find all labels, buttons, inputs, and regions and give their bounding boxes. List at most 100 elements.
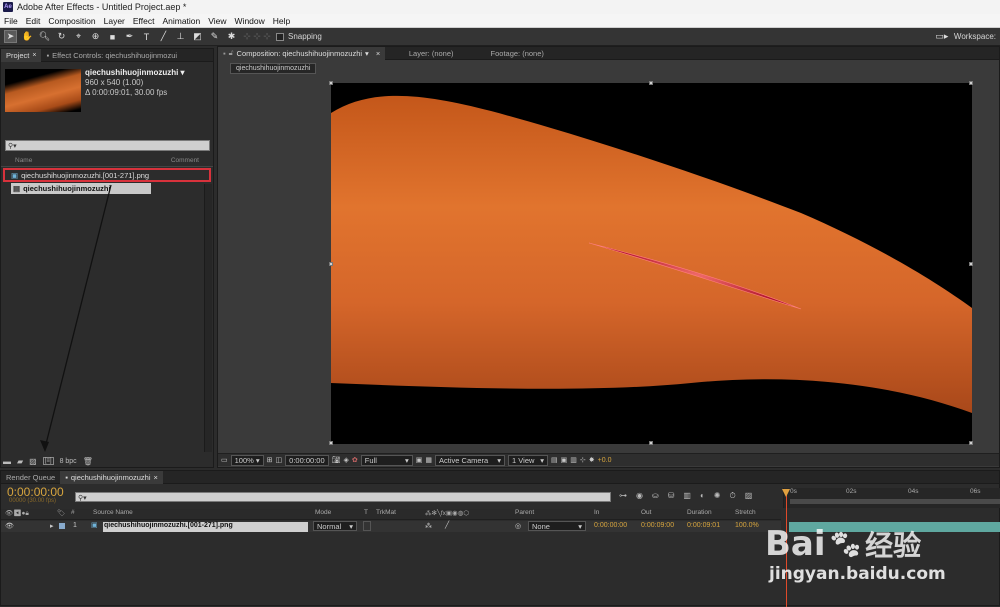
trash-icon[interactable]: 🗑︎: [83, 457, 93, 466]
list-item[interactable]: ▣ qiechushihuojinmozuzhi.[001-271].png: [3, 168, 211, 182]
parent-pickwhip-icon[interactable]: ◎: [515, 522, 521, 530]
quality-switch-icon[interactable]: ⁂: [425, 522, 432, 530]
tab-footage[interactable]: Footage: (none): [477, 47, 557, 60]
comp-breadcrumb-chip[interactable]: qiechushihuojinmozuzhi: [230, 63, 317, 74]
clone-stamp-tool-icon[interactable]: ⊥: [174, 30, 187, 43]
layer-duration[interactable]: 0:00:09:01: [687, 522, 720, 529]
col-comment[interactable]: Comment: [171, 157, 199, 166]
bpc-label[interactable]: 8 bpc: [60, 458, 77, 465]
composition-viewer[interactable]: [331, 83, 972, 444]
camera-select[interactable]: Active Camera ▾: [435, 454, 506, 466]
pen-tool-icon[interactable]: ✒: [123, 30, 136, 43]
col-stretch[interactable]: Stretch: [735, 509, 756, 516]
menu-edit[interactable]: Edit: [22, 16, 45, 26]
auto-keyframe-icon[interactable]: ⏱: [730, 491, 736, 503]
hand-tool-icon[interactable]: ✋: [21, 30, 34, 43]
axis-mode-icon[interactable]: ⊹ ⊹ ⊹: [242, 30, 272, 43]
tab-project[interactable]: Project ×: [1, 48, 42, 62]
tab-timeline-comp[interactable]: ▪ qiechushihuojinmozuzhi ×: [60, 470, 163, 484]
layer-in[interactable]: 0:00:00:00: [594, 522, 627, 529]
motion-blur-icon[interactable]: ◐: [700, 491, 705, 503]
layer-handle-bl[interactable]: [329, 441, 333, 445]
tab-composition[interactable]: ▪ 🔓︎ Composition: qiechushihuojinmozuzhi…: [218, 46, 386, 60]
col-trkmat[interactable]: TrkMat: [376, 509, 396, 516]
workspace-label[interactable]: Workspace:: [954, 32, 1000, 41]
current-time-display[interactable]: 0:00:00:00: [7, 485, 64, 499]
hide-shy-icon[interactable]: ⛁: [668, 491, 675, 503]
lock-icon[interactable]: 🔓︎: [229, 48, 234, 58]
draft-3d-icon[interactable]: ⛀: [652, 491, 659, 503]
live-update-icon[interactable]: ◉: [636, 491, 643, 503]
timeline-search-input[interactable]: ⚲▾: [75, 492, 611, 502]
quality-slash-icon[interactable]: ╱: [445, 521, 449, 529]
expand-arrow-icon[interactable]: ▸: [50, 522, 54, 530]
table-row[interactable]: 👁︎ ▸ 1 ▣ qiechushihuojinmozuzhi.[001-271…: [1, 521, 781, 532]
interpret-footage-icon[interactable]: ▬: [3, 457, 11, 466]
close-icon[interactable]: ×: [32, 52, 36, 59]
exposure-value[interactable]: +0.0: [598, 457, 612, 464]
tab-render-queue[interactable]: Render Queue: [1, 471, 60, 484]
rectangle-tool-icon[interactable]: ■: [106, 30, 119, 43]
brainstorm-icon[interactable]: ✺: [714, 491, 721, 503]
graph-editor-icon[interactable]: ▨: [745, 491, 753, 503]
comp-name[interactable]: qiechushihuojinmozuzhi ▾: [85, 68, 185, 78]
fast-previews-icon[interactable]: ▣: [561, 456, 568, 464]
project-scrollbar[interactable]: [204, 184, 212, 452]
menu-effect[interactable]: Effect: [129, 16, 159, 26]
puppet-pin-tool-icon[interactable]: ✱: [225, 30, 238, 43]
brush-tool-icon[interactable]: ╱: [157, 30, 170, 43]
region-of-interest-icon[interactable]: ▣: [416, 456, 423, 464]
workspace-toggle-icon[interactable]: ▭▸: [934, 30, 950, 43]
layer-handle-ml[interactable]: [329, 262, 333, 266]
col-duration[interactable]: Duration: [687, 509, 712, 516]
col-t[interactable]: T: [364, 509, 368, 516]
col-mode[interactable]: Mode: [315, 509, 331, 516]
col-in[interactable]: In: [594, 509, 599, 516]
trkmat-field[interactable]: [363, 521, 371, 531]
rotate-tool-icon[interactable]: ↻: [55, 30, 68, 43]
mini-flowchart-icon[interactable]: ⊶: [619, 491, 627, 503]
magnification-select[interactable]: 100% ▾: [230, 454, 264, 466]
menu-window[interactable]: Window: [231, 16, 269, 26]
close-icon[interactable]: ×: [154, 473, 158, 482]
layer-handle-tl[interactable]: [329, 81, 333, 85]
safe-zones-icon[interactable]: ⊞: [267, 456, 273, 464]
layer-handle-mr[interactable]: [969, 262, 973, 266]
menu-layer[interactable]: Layer: [100, 16, 129, 26]
toggle-pixel-aspect-icon[interactable]: ▤: [551, 456, 558, 464]
col-out[interactable]: Out: [641, 509, 651, 516]
layer-handle-tr[interactable]: [969, 81, 973, 85]
work-area-bar[interactable]: [790, 499, 1000, 504]
project-search-input[interactable]: ⚲▾: [5, 140, 210, 151]
layer-name[interactable]: qiechushihuojinmozuzhi.[001-271].png: [103, 522, 308, 532]
col-parent[interactable]: Parent: [515, 509, 534, 516]
menu-file[interactable]: File: [0, 16, 22, 26]
col-name[interactable]: Name: [15, 157, 32, 166]
color-depth-icon[interactable]: [≡]: [42, 457, 54, 465]
current-time-field[interactable]: 0:00:00:00: [285, 454, 329, 466]
pan-behind-tool-icon[interactable]: ⊕: [89, 30, 102, 43]
timeline-icon[interactable]: ▥: [570, 456, 577, 464]
layer-handle-br[interactable]: [969, 441, 973, 445]
layer-mode-select[interactable]: Normal ▾: [313, 521, 357, 531]
resolution-select[interactable]: Full ▾: [360, 454, 413, 466]
tab-effect-controls[interactable]: ▪ Effect Controls: qiechushihuojinmozui: [41, 49, 182, 62]
roto-brush-tool-icon[interactable]: ✎: [208, 30, 221, 43]
layer-out[interactable]: 0:00:09:00: [641, 522, 674, 529]
layer-handle-tc[interactable]: [649, 81, 653, 85]
close-icon[interactable]: ×: [372, 49, 380, 58]
col-number[interactable]: #: [71, 509, 75, 516]
snapping-checkbox[interactable]: [276, 32, 284, 41]
tab-layer[interactable]: Layer: (none): [385, 47, 477, 60]
camera-tool-icon[interactable]: ⌖: [72, 30, 85, 43]
menu-composition[interactable]: Composition: [44, 16, 99, 26]
layer-handle-bc[interactable]: [649, 441, 653, 445]
menu-view[interactable]: View: [204, 16, 230, 26]
col-source-name[interactable]: Source Name: [93, 509, 133, 516]
video-visibility-icon[interactable]: 👁︎: [5, 522, 14, 530]
list-item[interactable]: ▤ qiechushihuojinmozuzhi: [11, 183, 151, 194]
time-ruler[interactable]: 0s 02s 04s 06s: [783, 488, 1000, 508]
zoom-tool-icon[interactable]: 🔍︎: [38, 30, 51, 43]
snapshot-icon[interactable]: 📷︎: [332, 456, 341, 464]
always-preview-icon[interactable]: ▭: [221, 456, 228, 464]
